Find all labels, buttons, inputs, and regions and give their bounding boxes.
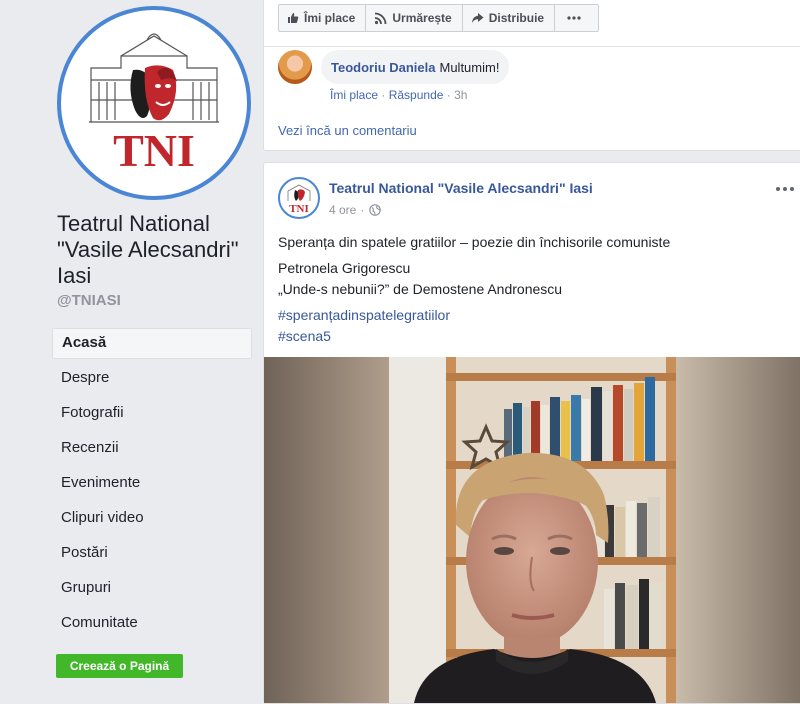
comment-meta: Îmi place · Răspunde · 3h [330,88,467,102]
comment-reply-link[interactable]: Răspunde [389,88,444,102]
previous-post-card: Îmi place Urmărește Distribuie Teodoriu … [263,0,800,151]
share-label: Distribuie [488,11,545,25]
commenter-avatar[interactable] [278,50,312,84]
more-actions-button[interactable] [554,4,600,32]
post-timestamp[interactable]: 4 ore · [329,203,382,217]
like-page-button[interactable]: Îmi place [278,4,367,32]
page-action-bar: Îmi place Urmărește Distribuie [278,4,600,32]
page-profile-picture[interactable]: TNI [57,6,251,200]
comment-bubble: Teodoriu Daniela Multumim! [321,50,510,84]
post-options-button[interactable] [775,176,795,197]
ellipsis-icon [567,16,581,20]
share-arrow-icon [471,13,484,23]
globe-icon [369,204,382,216]
ellipsis-icon [776,187,794,191]
nav-item-despre[interactable]: Despre [52,363,252,398]
comment-author[interactable]: Teodoriu Daniela [331,60,436,75]
post-card: TNI Teatrul National "Vasile Alecsandri"… [263,162,800,704]
post-text-line: „Unde-s nebunii?” de Demostene Andronesc… [278,281,563,297]
video-frame [264,357,800,703]
page-sidebar: TNI Teatrul National "Vasile Alecsandri"… [0,0,262,691]
post-body: Speranța din spatele gratiilor – poezie … [278,232,788,347]
like-page-label: Îmi place [304,11,356,25]
post-author-avatar[interactable]: TNI [278,177,320,219]
comment-like-link[interactable]: Îmi place [330,88,378,102]
nav-item-acasa[interactable]: Acasă [52,328,252,359]
separator: · [360,203,365,217]
page-navigation: Acasă Despre Fotografii Recenzii Evenime… [52,328,252,643]
rss-icon [375,12,387,24]
tni-logo-text: TNI [113,125,195,176]
comment-time[interactable]: 3h [454,88,467,102]
hashtag-link[interactable]: #scena5 [278,326,788,347]
share-button[interactable]: Distribuie [461,4,556,32]
post-author-name[interactable]: Teatrul National "Vasile Alecsandri" Ias… [329,180,593,196]
svg-text:TNI: TNI [289,203,309,215]
nav-item-evenimente[interactable]: Evenimente [52,468,252,503]
view-more-comments-link[interactable]: Vezi încă un comentariu [278,123,417,138]
thumbs-up-icon [288,13,299,23]
hashtag-link[interactable]: #speranțadinspatelegratiilor [278,305,788,326]
tni-logo-small: TNI [287,184,311,215]
page-handle[interactable]: @TNIASI [57,292,121,309]
follow-label: Urmărește [392,11,452,25]
page-title[interactable]: Teatrul National "Vasile Alecsandri" Ias… [57,211,257,289]
post-video[interactable] [264,357,800,703]
separator: · [381,88,386,102]
nav-item-comunitate[interactable]: Comunitate [52,608,252,643]
nav-item-postari[interactable]: Postări [52,538,252,573]
divider [264,46,800,47]
tni-logo: TNI [89,33,219,176]
nav-item-grupuri[interactable]: Grupuri [52,573,252,608]
post-text-line: Speranța din spatele gratiilor – poezie … [278,234,671,250]
create-page-button[interactable]: Creează o Pagină [56,654,183,678]
nav-item-recenzii[interactable]: Recenzii [52,433,252,468]
separator: · [446,88,451,102]
nav-item-fotografii[interactable]: Fotografii [52,398,252,433]
comment-text: Multumim! [439,59,500,75]
post-text-line: Petronela Grigorescu [278,260,411,276]
nav-item-clipuri-video[interactable]: Clipuri video [52,503,252,538]
follow-button[interactable]: Urmărește [365,4,463,32]
post-time: 4 ore [329,203,357,217]
